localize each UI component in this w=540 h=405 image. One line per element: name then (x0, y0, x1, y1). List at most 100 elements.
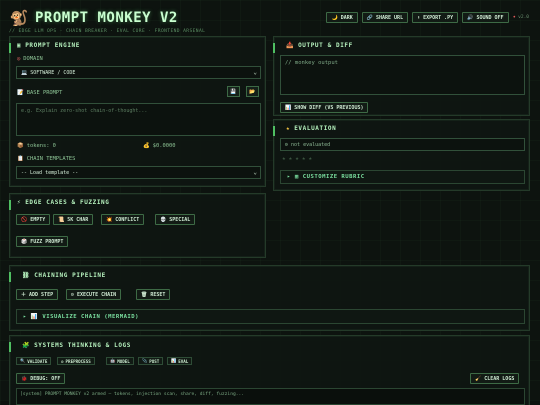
systems-title: 🧩 SYSTEMS THINKING & LOGS (22, 342, 131, 349)
share-url-button[interactable]: 🔗 SHARE URL (361, 12, 409, 23)
sound-toggle-label: SOUND OFF (476, 14, 504, 21)
reset-chain-button[interactable]: 🗑 RESET (136, 289, 171, 300)
systems-card: 🧩 SYSTEMS THINKING & LOGS 🔍 VALIDATE ⚙ P… (9, 335, 530, 405)
target-icon: ◎ (17, 56, 21, 62)
validate-chip[interactable]: 🔍 VALIDATE (16, 357, 52, 365)
evaluation-title: ★ EVALUATION (286, 125, 337, 132)
skull-icon: 💀 (160, 216, 167, 223)
customize-rubric-expander[interactable]: ▸ ▦ CUSTOMIZE RUBRIC (280, 170, 525, 184)
card-accent (273, 43, 275, 53)
output-title: 📥 OUTPUT & DIFF (286, 42, 353, 49)
terminal-icon: ▣ (17, 42, 22, 49)
card-accent (9, 200, 11, 210)
card-accent (273, 126, 275, 136)
chevron-down-icon: ⌄ (253, 69, 257, 76)
link-icon: 🔗 (366, 14, 373, 21)
app-subtitle: // EDGE LLM OPS · CHAIN BREAKER · EVAL C… (9, 29, 206, 34)
version-text: v2.0 (518, 15, 529, 20)
chaining-card: ⛓ CHAINING PIPELINE ＋ ADD STEP ⚙ EXECUTE… (9, 265, 530, 331)
paperclip-icon: 📎 (142, 358, 148, 363)
clipboard-icon: 📋 (17, 156, 24, 162)
base-prompt-textarea[interactable]: e.g. Explain zero-shot chain-of-thought.… (16, 103, 261, 136)
version-badge: • v2.0 (513, 14, 529, 21)
top-actions: 🌙 DARK 🔗 SHARE URL ⬇ EXPORT .PY 🔊 SOUND … (326, 12, 529, 23)
chart-icon: 📊 (285, 104, 292, 111)
prompt-engine-card: ▣ PROMPT ENGINE ◎ DOMAIN 💻 SOFTWARE / CO… (9, 36, 266, 187)
chart-icon: 📊 (171, 358, 177, 363)
app-title: PROMPT MONKEY V2 (35, 10, 178, 26)
chain-icon: ⛓ (22, 272, 31, 279)
app-header: 🐒 PROMPT MONKEY V2 (9, 8, 178, 28)
execute-chain-button[interactable]: ⚙ EXECUTE CHAIN (66, 289, 122, 300)
lightning-icon: ⚡ (17, 199, 22, 206)
model-chip[interactable]: 🤖 MODEL (106, 357, 134, 365)
post-chip[interactable]: 📎 POST (138, 357, 164, 365)
card-accent (9, 272, 11, 282)
base-prompt-placeholder: e.g. Explain zero-shot chain-of-thought.… (21, 108, 148, 114)
load-prompt-button[interactable]: 📂 (246, 86, 259, 97)
bar-chart-icon: 📊 (30, 313, 39, 320)
disk-icon: 💾 (230, 88, 237, 95)
magnifier-icon: 🔍 (20, 358, 26, 363)
inbox-icon: 📥 (286, 42, 295, 49)
fuzz-prompt-button[interactable]: 🎲 FUZZ PROMPT (16, 236, 69, 247)
export-py-button[interactable]: ⬇ EXPORT .PY (412, 12, 459, 23)
bug-icon: 🐞 (21, 375, 28, 382)
monkey-logo-icon: 🐒 (9, 9, 29, 27)
plus-icon: ＋ (21, 292, 27, 298)
card-accent (9, 342, 11, 352)
domain-select[interactable]: 💻 SOFTWARE / CODE ⌄ (16, 66, 261, 79)
card-accent (9, 43, 11, 53)
eval-chip[interactable]: 📊 EVAL (167, 357, 193, 365)
5k-char-button[interactable]: 📜 5K CHAR (53, 214, 94, 225)
rating-stars[interactable]: ★★★★★ (282, 155, 315, 162)
folder-icon: 📂 (249, 88, 256, 95)
visualize-chain-expander[interactable]: ▸ 📊 VISUALIZE CHAIN (MERMAID) (16, 309, 525, 324)
star-icon: ★ (286, 125, 291, 132)
puzzle-icon: 🧩 (22, 342, 31, 349)
debug-toggle-button[interactable]: 🐞 DEBUG: OFF (16, 373, 66, 384)
gear-icon: ⚙ (61, 358, 64, 364)
clear-logs-button[interactable]: 🧹 CLEAR LOGS (470, 373, 520, 384)
log-line: [system] PROMPT MONKEY v2 armed — tokens… (20, 392, 245, 397)
base-prompt-label: 📝 BASE PROMPT (17, 90, 63, 96)
gear-icon: ⚙ (71, 291, 75, 298)
status-dot-icon: • (512, 14, 517, 21)
domain-label: ◎ DOMAIN (17, 56, 43, 62)
evaluation-status: ⚙ not evaluated (280, 138, 525, 151)
moon-icon: 🌙 (331, 14, 338, 21)
collision-icon: 💥 (106, 216, 113, 223)
log-console: [system] PROMPT MONKEY v2 armed — tokens… (16, 388, 525, 405)
memo-icon: 📝 (17, 90, 24, 96)
show-diff-button[interactable]: 📊 SHOW DIFF (VS PREVIOUS) (280, 102, 369, 113)
sound-toggle-button[interactable]: 🔊 SOUND OFF (462, 12, 509, 23)
trash-icon: 🗑 (141, 291, 148, 298)
token-count: 📦 tokens: 0 (17, 143, 56, 149)
evaluation-card: ★ EVALUATION ⚙ not evaluated ★★★★★ ▸ ▦ C… (273, 119, 530, 191)
save-prompt-button[interactable]: 💾 (227, 86, 240, 97)
prompt-engine-title: ▣ PROMPT ENGINE (17, 42, 80, 49)
empty-button[interactable]: 🚫 EMPTY (16, 214, 51, 225)
dark-mode-label: DARK (340, 14, 353, 21)
package-icon: 📦 (17, 143, 24, 149)
conflict-button[interactable]: 💥 CONFLICT (101, 214, 145, 225)
output-area[interactable]: // monkey output (280, 55, 525, 95)
dark-mode-button[interactable]: 🌙 DARK (326, 12, 358, 23)
robot-icon: 🤖 (110, 358, 116, 363)
speaker-icon: 🔊 (467, 14, 474, 21)
export-py-label: EXPORT .PY (423, 14, 454, 21)
special-button[interactable]: 💀 SPECIAL (155, 214, 196, 225)
gear-icon: ⚙ (285, 142, 289, 148)
broom-icon: 🧹 (475, 375, 482, 382)
preprocess-chip[interactable]: ⚙ PREPROCESS (57, 357, 95, 365)
edge-cases-title: ⚡ EDGE CASES & FUZZING (17, 199, 110, 206)
cost-estimate: 💰 $0.0000 (143, 143, 176, 149)
chaining-title: ⛓ CHAINING PIPELINE (22, 272, 106, 279)
add-step-button[interactable]: ＋ ADD STEP (16, 289, 59, 300)
chain-templates-label: 📋 CHAIN TEMPLATES (17, 156, 76, 162)
edge-cases-card: ⚡ EDGE CASES & FUZZING 🚫 EMPTY 📜 5K CHAR… (9, 193, 266, 258)
chain-templates-select[interactable]: -- Load template -- ⌄ (16, 166, 261, 179)
scroll-icon: 📜 (58, 216, 65, 223)
download-icon: ⬇ (417, 14, 421, 21)
money-bag-icon: 💰 (143, 143, 150, 149)
